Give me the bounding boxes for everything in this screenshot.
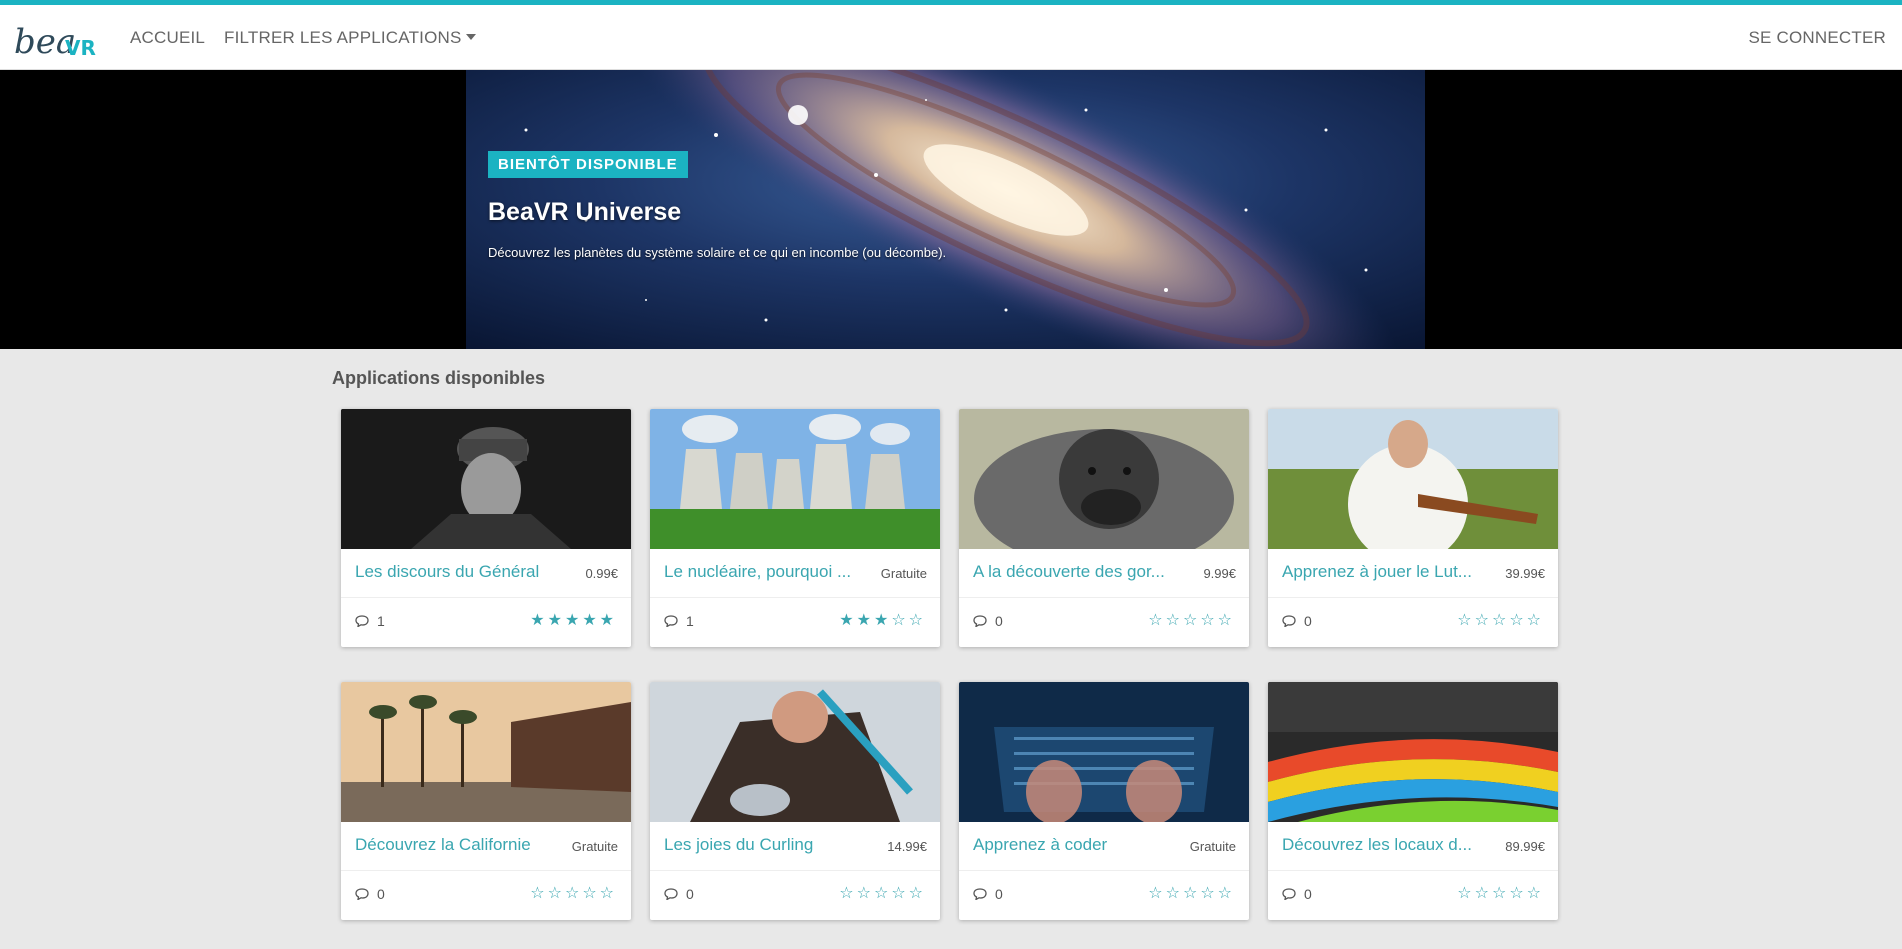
rating-stars: ☆☆☆☆☆ — [1457, 885, 1544, 902]
rating-stars: ★★★★★ — [530, 612, 617, 629]
login-link[interactable]: SE CONNECTER — [1749, 5, 1886, 70]
app-card[interactable]: Le nucléaire, pourquoi ... Gratuite 1 ★★… — [650, 409, 940, 647]
comment-icon — [355, 615, 369, 627]
app-card[interactable]: Découvrez la Californie Gratuite 0 ☆☆☆☆☆ — [341, 682, 631, 920]
app-thumbnail — [1268, 409, 1558, 549]
nav-filter-dropdown[interactable]: FILTRER LES APPLICATIONS — [224, 5, 476, 70]
hero-title: BeaVR Universe — [488, 198, 682, 226]
card-divider — [650, 870, 940, 871]
app-thumbnail — [959, 682, 1249, 822]
comment-icon — [1282, 888, 1296, 900]
comment-icon — [973, 888, 987, 900]
comments-value: 0 — [686, 886, 694, 902]
app-card[interactable]: A la découverte des gor... 9.99€ 0 ☆☆☆☆☆ — [959, 409, 1249, 647]
svg-text:VR: VR — [65, 36, 96, 60]
app-thumbnail — [959, 409, 1249, 549]
card-divider — [341, 870, 631, 871]
app-price: 0.99€ — [585, 566, 618, 581]
app-title[interactable]: Le nucléaire, pourquoi ... — [664, 562, 864, 582]
card-divider — [959, 597, 1249, 598]
comments-value: 1 — [686, 613, 694, 629]
rating-stars: ☆☆☆☆☆ — [839, 885, 926, 902]
app-thumbnail — [650, 682, 940, 822]
hero-banner[interactable]: BIENTÔT DISPONIBLE BeaVR Universe Découv… — [466, 70, 1425, 349]
card-divider — [1268, 870, 1558, 871]
app-title[interactable]: Apprenez à coder — [973, 835, 1173, 855]
comments-value: 0 — [995, 613, 1003, 629]
hero-band: BIENTÔT DISPONIBLE BeaVR Universe Découv… — [0, 70, 1902, 349]
comments-value: 0 — [995, 886, 1003, 902]
hero-description: Découvrez les planètes du système solair… — [488, 245, 947, 260]
comments-count: 0 — [1282, 613, 1312, 629]
card-divider — [1268, 597, 1558, 598]
comments-value: 0 — [1304, 613, 1312, 629]
comments-count: 0 — [664, 886, 694, 902]
app-thumbnail — [1268, 682, 1558, 822]
comments-count: 0 — [973, 613, 1003, 629]
nav-home[interactable]: ACCUEIL — [130, 5, 205, 70]
app-thumbnail — [341, 409, 631, 549]
rating-stars: ☆☆☆☆☆ — [1148, 612, 1235, 629]
app-card[interactable]: Apprenez à jouer le Lut... 39.99€ 0 ☆☆☆☆… — [1268, 409, 1558, 647]
comments-count: 1 — [664, 613, 694, 629]
beavr-logo[interactable]: bea VR — [14, 15, 98, 61]
coming-soon-badge: BIENTÔT DISPONIBLE — [488, 151, 688, 178]
comments-count: 1 — [355, 613, 385, 629]
app-price: 14.99€ — [887, 839, 927, 854]
comments-value: 1 — [377, 613, 385, 629]
comments-count: 0 — [973, 886, 1003, 902]
app-title[interactable]: Apprenez à jouer le Lut... — [1282, 562, 1482, 582]
app-thumbnail — [341, 682, 631, 822]
app-card[interactable]: Découvrez les locaux d... 89.99€ 0 ☆☆☆☆☆ — [1268, 682, 1558, 920]
comments-count: 0 — [355, 886, 385, 902]
comment-icon — [973, 615, 987, 627]
card-divider — [650, 597, 940, 598]
app-thumbnail — [650, 409, 940, 549]
rating-stars: ☆☆☆☆☆ — [1457, 612, 1544, 629]
app-card[interactable]: Apprenez à coder Gratuite 0 ☆☆☆☆☆ — [959, 682, 1249, 920]
card-divider — [959, 870, 1249, 871]
comment-icon — [355, 888, 369, 900]
app-price: Gratuite — [571, 839, 618, 854]
comments-value: 0 — [1304, 886, 1312, 902]
app-price: Gratuite — [880, 566, 927, 581]
comment-icon — [1282, 615, 1296, 627]
caret-down-icon — [465, 34, 476, 41]
card-divider — [341, 597, 631, 598]
comments-count: 0 — [1282, 886, 1312, 902]
nav-filter-label: FILTRER LES APPLICATIONS — [224, 28, 462, 47]
comments-value: 0 — [377, 886, 385, 902]
rating-stars: ☆☆☆☆☆ — [530, 885, 617, 902]
app-card[interactable]: Les discours du Général 0.99€ 1 ★★★★★ — [341, 409, 631, 647]
app-title[interactable]: Les joies du Curling — [664, 835, 864, 855]
app-title[interactable]: Découvrez les locaux d... — [1282, 835, 1482, 855]
navbar: bea VR ACCUEIL FILTRER LES APPLICATIONS … — [0, 5, 1902, 70]
app-price: 89.99€ — [1505, 839, 1545, 854]
comment-icon — [664, 888, 678, 900]
app-title[interactable]: Les discours du Général — [355, 562, 555, 582]
app-title[interactable]: A la découverte des gor... — [973, 562, 1173, 582]
app-price: 9.99€ — [1203, 566, 1236, 581]
rating-stars: ★★★☆☆ — [839, 612, 926, 629]
rating-stars: ☆☆☆☆☆ — [1148, 885, 1235, 902]
comment-icon — [664, 615, 678, 627]
app-title[interactable]: Découvrez la Californie — [355, 835, 555, 855]
app-card[interactable]: Les joies du Curling 14.99€ 0 ☆☆☆☆☆ — [650, 682, 940, 920]
app-price: Gratuite — [1189, 839, 1236, 854]
section-title: Applications disponibles — [332, 368, 546, 388]
app-price: 39.99€ — [1505, 566, 1545, 581]
